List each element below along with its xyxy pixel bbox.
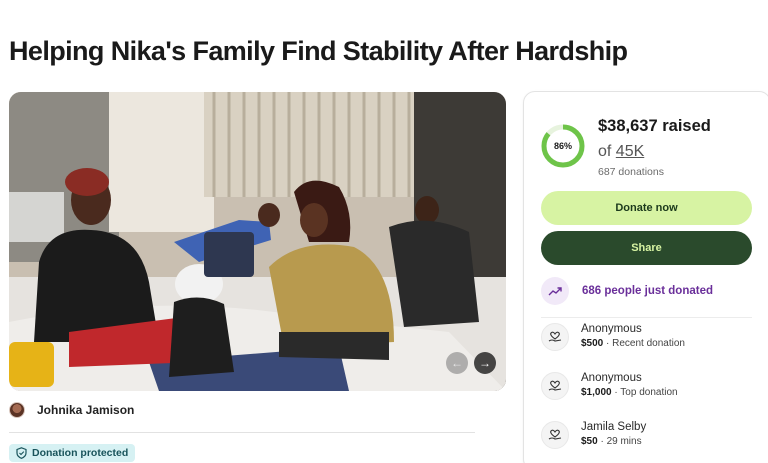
goal-amount[interactable]: 45K: [616, 143, 644, 160]
donor-item: Anonymous $500 · Recent donation: [541, 322, 685, 351]
donor-amount: $1,000: [581, 387, 612, 398]
donate-now-button[interactable]: Donate now: [541, 191, 752, 225]
amount-raised: $38,637 raised: [598, 117, 711, 135]
recent-donations-trend[interactable]: 686 people just donated: [541, 277, 713, 305]
donation-protected-badge[interactable]: Donation protected: [9, 444, 136, 462]
donor-name: Anonymous: [581, 323, 642, 335]
avatar: [9, 402, 25, 418]
progress-percent: 86%: [553, 141, 572, 151]
donor-name: Anonymous: [581, 372, 642, 384]
shield-icon: [16, 447, 27, 459]
donor-amount: $50: [581, 436, 598, 447]
trend-text: 686 people just donated: [582, 285, 713, 297]
page-title: Helping Nika's Family Find Stability Aft…: [9, 36, 628, 66]
heart-hand-icon: [541, 371, 569, 400]
divider: [9, 432, 475, 433]
campaign-photo[interactable]: ← →: [9, 92, 506, 391]
donor-meta: $1,000 · Top donation: [581, 386, 678, 400]
campaign-photo-image: [9, 92, 506, 391]
donor-item: Anonymous $1,000 · Top donation: [541, 371, 678, 400]
next-photo-button[interactable]: →: [474, 352, 496, 374]
donor-meta: $50 · 29 mins: [581, 435, 646, 449]
donor-amount: $500: [581, 338, 604, 349]
donor-meta: $500 · Recent donation: [581, 337, 685, 351]
donor-name: Jamila Selby: [581, 421, 647, 433]
donor-note: · 29 mins: [597, 436, 642, 447]
goal-prefix: of: [598, 143, 616, 160]
share-button[interactable]: Share: [541, 231, 752, 265]
badge-label: Donation protected: [32, 447, 129, 459]
donations-count: 687 donations: [598, 166, 664, 178]
divider: [541, 317, 752, 318]
donor-note: · Recent donation: [603, 338, 685, 349]
donor-item: Jamila Selby $50 · 29 mins: [541, 420, 646, 449]
trending-up-icon: [541, 277, 569, 305]
heart-hand-icon: [541, 322, 569, 351]
organizer-name[interactable]: Johnika Jamison: [37, 403, 134, 417]
previous-photo-button[interactable]: ←: [446, 352, 468, 374]
heart-hand-icon: [541, 420, 569, 449]
donor-note: · Top donation: [611, 387, 678, 398]
goal: of 45K: [598, 143, 644, 161]
organizer[interactable]: Johnika Jamison: [9, 402, 134, 418]
